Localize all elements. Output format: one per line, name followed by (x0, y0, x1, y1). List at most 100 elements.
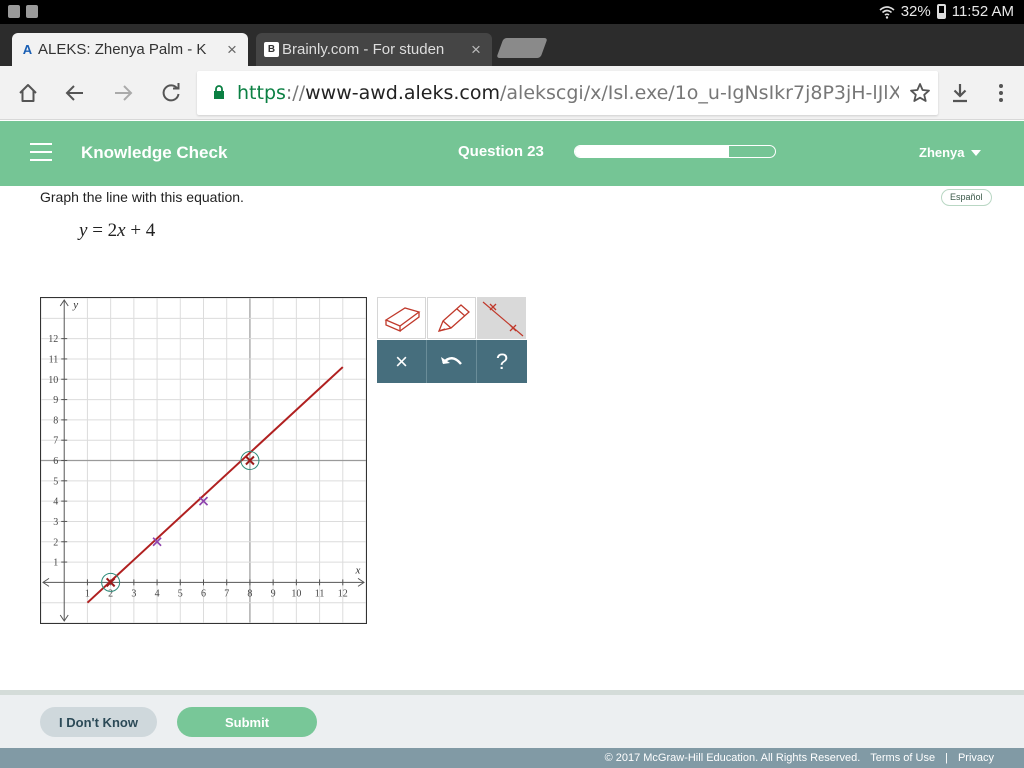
y-tick-label: 10 (48, 375, 58, 386)
graph-area[interactable]: 1 2 3 4 5 6 7 8 9 10 11 12 1 2 3 4 5 6 7 8 9 10 11 12 x y (40, 297, 367, 624)
x-tick-label: 1 (85, 588, 90, 599)
help-button[interactable]: ? (477, 340, 527, 383)
download-icon (953, 84, 967, 103)
privacy-link[interactable]: Privacy (958, 752, 994, 764)
status-indicators: 32% 11:52 AM (879, 3, 1014, 20)
line-tool-icon (482, 301, 523, 337)
terms-link[interactable]: Terms of Use (870, 752, 935, 764)
browser-tab-strip: A ALEKS: Zhenya Palm - K × B Brainly.com… (0, 24, 1024, 66)
tab-title: Brainly.com - For studen (282, 41, 445, 58)
y-tick-label: 6 (53, 456, 58, 467)
x-tick-label: 10 (291, 588, 301, 599)
eraser-icon (384, 307, 420, 332)
tab-aleks[interactable]: A ALEKS: Zhenya Palm - K × (12, 33, 248, 66)
page-title: Knowledge Check (81, 143, 228, 162)
chevron-down-icon (970, 149, 981, 156)
y-tick-label: 11 (49, 354, 59, 365)
more-vert-icon (999, 84, 1003, 102)
x-tick-label: 4 (155, 588, 160, 599)
footer-separator: | (945, 752, 948, 764)
espanol-button[interactable]: Español (941, 189, 992, 206)
x-tick-label: 12 (338, 588, 348, 599)
home-icon (19, 84, 37, 102)
pencil-icon (437, 304, 470, 332)
y-axis-label: y (72, 299, 78, 311)
x-tick-label: 3 (131, 588, 136, 599)
question-number: Question 23 (458, 143, 544, 160)
notification-p-icon (8, 5, 20, 18)
pencil-tool[interactable] (427, 297, 476, 339)
url-scheme: https (237, 82, 286, 104)
forward-button[interactable] (110, 80, 136, 106)
i-dont-know-button[interactable]: I Don't Know (40, 707, 157, 737)
action-bar: I Don't Know Submit (0, 690, 1024, 748)
notification-icons (8, 5, 38, 18)
graphed-line (86, 366, 344, 604)
x-tick-label: 6 (201, 588, 206, 599)
undo-icon (440, 356, 462, 365)
back-button[interactable] (62, 80, 88, 106)
equation: y = 2x + 4 (79, 220, 155, 242)
back-arrow-icon (65, 85, 83, 101)
close-tab-icon[interactable]: × (224, 40, 240, 60)
system-status-bar: 32% 11:52 AM (0, 0, 1024, 24)
close-icon: × (395, 348, 408, 374)
equation-eq: = 2 (87, 220, 118, 241)
lock-icon (214, 85, 224, 99)
aleks-favicon-icon: A (22, 42, 33, 57)
x-tick-label: 7 (224, 588, 229, 599)
progress-bar (574, 145, 776, 158)
x-tick-label: 9 (271, 588, 276, 599)
user-menu[interactable]: Zhenya (919, 145, 981, 160)
x-axis-label: x (355, 564, 361, 576)
overflow-menu-button[interactable] (988, 80, 1014, 106)
equation-rest: + 4 (125, 220, 156, 241)
notification-play-icon (26, 5, 38, 18)
new-tab-button[interactable] (496, 38, 548, 58)
reload-button[interactable] (158, 80, 184, 106)
aleks-header: Knowledge Check Question 23 Zhenya (0, 121, 1024, 186)
clock: 11:52 AM (951, 3, 1014, 20)
menu-icon[interactable] (30, 143, 52, 163)
clear-button[interactable]: × (377, 340, 427, 383)
help-icon: ? (495, 348, 509, 374)
equation-x: x (117, 220, 126, 241)
url-separator: :// (285, 82, 306, 104)
battery-percent: 32% (900, 3, 931, 20)
close-tab-icon[interactable]: × (468, 40, 484, 60)
x-tick-label: 2 (108, 588, 113, 599)
url-host: www-awd.aleks.com (305, 82, 501, 104)
brainly-favicon-icon: B (264, 42, 279, 57)
y-tick-label: 8 (53, 415, 58, 426)
user-name: Zhenya (919, 145, 965, 160)
question-prompt: Graph the line with this equation. (40, 189, 244, 205)
legal-footer: © 2017 McGraw-Hill Education. All Rights… (0, 748, 1024, 768)
reload-icon (162, 83, 180, 102)
x-tick-label: 5 (178, 588, 183, 599)
graph-tool-palette: × ? (377, 297, 527, 383)
progress-fill (575, 146, 729, 157)
submit-button[interactable]: Submit (177, 707, 317, 737)
address-bar[interactable]: https://www-awd.aleks.com/alekscgi/x/Isl… (197, 71, 938, 115)
download-button[interactable] (947, 80, 973, 106)
x-tick-label: 11 (315, 588, 325, 599)
eraser-tool[interactable] (377, 297, 426, 339)
coordinate-plane[interactable]: 1 2 3 4 5 6 7 8 9 10 11 12123456789101112xy (40, 297, 367, 624)
y-tick-label: 1 (53, 558, 58, 569)
url-path: /alekscgi/x/Isl.exe/1o_u-IgNsIkr7j8P3jH-… (500, 82, 899, 104)
y-tick-label: 7 (53, 436, 58, 447)
url-text: https://www-awd.aleks.com/alekscgi/x/Isl… (237, 82, 899, 104)
y-tick-label: 3 (53, 517, 58, 528)
tab-brainly[interactable]: B Brainly.com - For studen × (256, 33, 492, 66)
bookmark-button[interactable] (907, 80, 933, 106)
y-tick-label: 9 (53, 395, 58, 406)
home-button[interactable] (15, 80, 41, 106)
undo-button[interactable] (427, 340, 477, 383)
forward-arrow-icon (115, 85, 133, 101)
copyright-text: © 2017 McGraw-Hill Education. All Rights… (604, 752, 861, 764)
y-tick-label: 4 (53, 497, 58, 508)
tab-title: ALEKS: Zhenya Palm - K (38, 41, 207, 58)
star-icon (910, 83, 930, 102)
line-tool[interactable] (477, 297, 526, 339)
wifi-icon (879, 5, 895, 19)
